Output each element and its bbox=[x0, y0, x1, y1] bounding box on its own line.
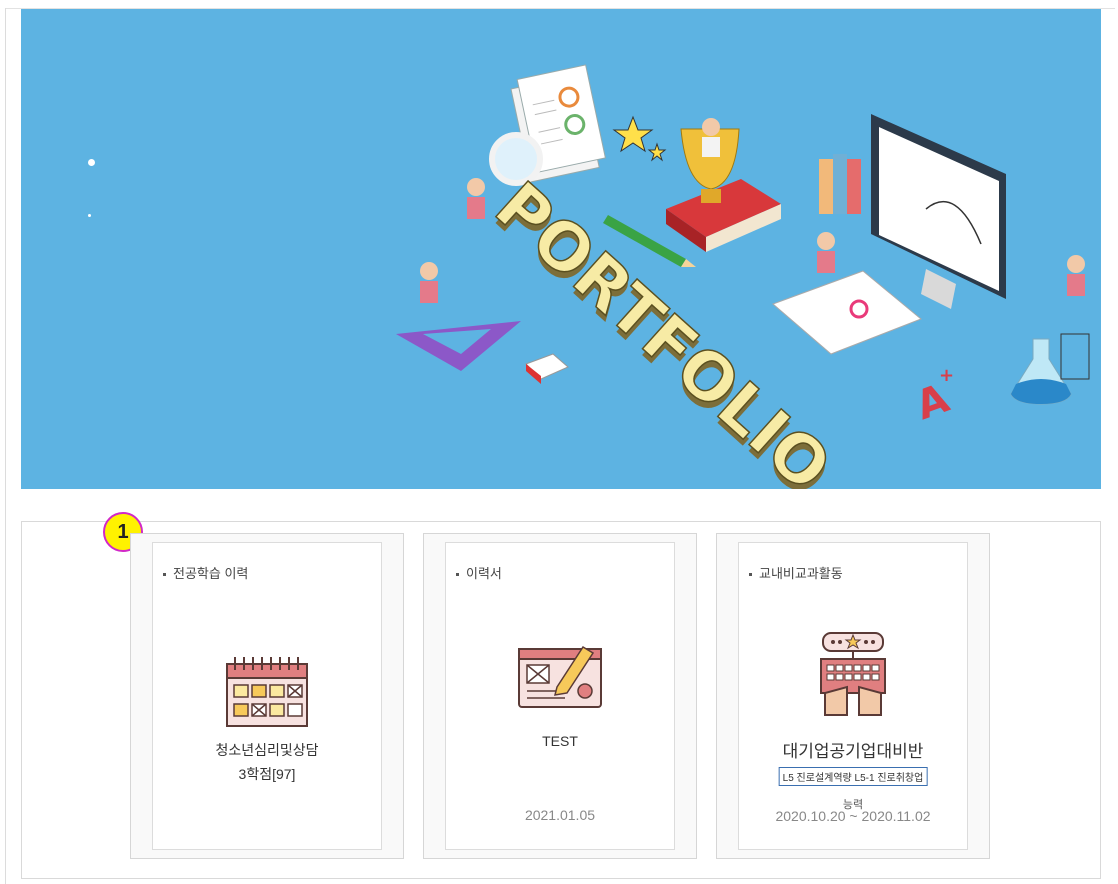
resume-document-icon bbox=[517, 643, 603, 713]
competency-tag: L5 진로설계역량 L5-1 진로취창업 bbox=[778, 767, 928, 786]
card-subject: 청소년심리및상담 bbox=[215, 742, 319, 758]
bullet-icon bbox=[456, 573, 459, 577]
card-date-range: 2020.10.20 ~ 2020.11.02 bbox=[775, 808, 931, 824]
card-body: 이력서 TEST 2021.01.05 bbox=[445, 542, 675, 850]
portfolio-illustration: PORTFOLIO PORTFOLIO A + bbox=[396, 64, 1090, 489]
svg-text:PORTFOLIO: PORTFOLIO bbox=[481, 167, 846, 489]
card-credits: 3학점[97] bbox=[238, 766, 296, 782]
calendar-icon bbox=[225, 654, 309, 732]
card-resume[interactable]: 이력서 TEST 2021.01.05 bbox=[423, 533, 697, 859]
card-major-study[interactable]: 전공학습 이력 청소년심리및상담 3학점[97] bbox=[130, 533, 404, 859]
card-title-text: 교내비교과활동 bbox=[759, 566, 843, 581]
card-title: 교내비교과활동 bbox=[749, 563, 843, 582]
portfolio-banner: PORTFOLIO PORTFOLIO A + bbox=[21, 9, 1101, 489]
card-title-text: 이력서 bbox=[466, 566, 502, 581]
card-resume-title: TEST bbox=[542, 733, 578, 749]
card-title: 전공학습 이력 bbox=[163, 563, 248, 582]
bullet-icon bbox=[749, 573, 752, 577]
card-activity-name: 대기업공기업대비반 bbox=[782, 742, 924, 761]
keyboard-activity-icon bbox=[819, 631, 887, 723]
card-date: 2021.01.05 bbox=[524, 807, 596, 823]
bullet-icon bbox=[163, 573, 166, 577]
card-extracurricular[interactable]: 교내비교과활동 대기업공기업대비반 L5 진로설계역량 L5-1 진로취창업 능… bbox=[716, 533, 990, 859]
svg-text:+: + bbox=[939, 365, 954, 386]
card-body: 전공학습 이력 청소년심리및상담 3학점[97] bbox=[152, 542, 382, 850]
card-title-text: 전공학습 이력 bbox=[173, 566, 249, 581]
frame-left-border bbox=[5, 8, 6, 884]
card-body: 교내비교과활동 대기업공기업대비반 L5 진로설계역량 L5-1 진로취창업 능… bbox=[738, 542, 968, 850]
card-title: 이력서 bbox=[456, 563, 502, 582]
